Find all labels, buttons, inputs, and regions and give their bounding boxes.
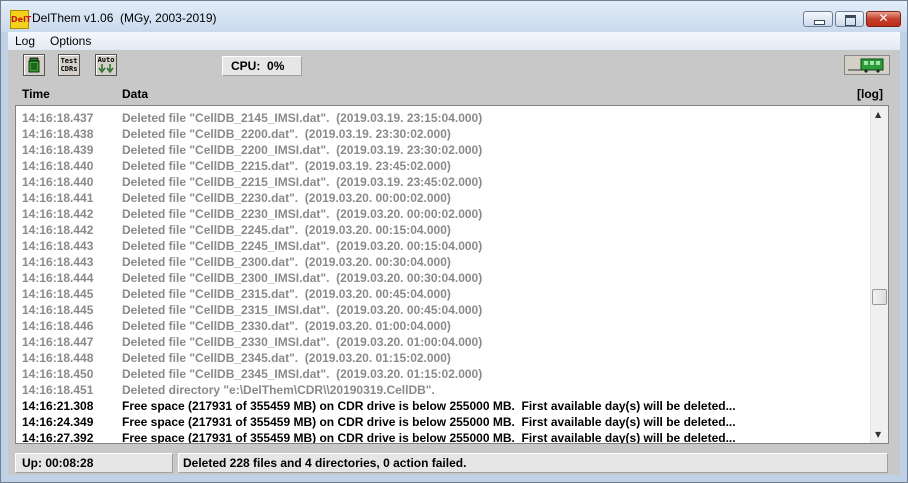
log-row[interactable]: 14:16:18.439 Deleted file "CellDB_2200_IM… [16,142,874,158]
close-icon: ✕ [878,11,889,25]
log-time: 14:16:18.445 [22,287,94,301]
window-title: DelThem v1.06 (MGy, 2003-2019) [32,11,217,25]
log-data: Deleted file "CellDB_2345_IMSI.dat". (20… [122,367,483,381]
uptime-status: Up: 00:08:28 [15,453,173,473]
log-time: 14:16:18.450 [22,367,94,381]
close-button[interactable]: ✕ [866,11,901,27]
network-status-icon [848,58,884,73]
log-data: Deleted file "CellDB_2230_IMSI.dat". (20… [122,207,483,221]
scroll-thumb[interactable] [872,289,887,305]
log-row[interactable]: 14:16:18.437 Deleted file "CellDB_2145_IM… [16,110,874,126]
log-time: 14:16:18.446 [22,319,94,333]
log-row[interactable]: 14:16:18.451 Deleted directory "e:\DelThe… [16,382,874,398]
cpu-label: CPU: [231,59,261,73]
app-window: DelT DelThem v1.06 (MGy, 2003-2019) ✕ Lo… [0,0,908,483]
log-row[interactable]: 14:16:18.440 Deleted file "CellDB_2215.da… [16,158,874,174]
menu-bar: Log Options [8,32,900,50]
log-data: Deleted file "CellDB_2300_IMSI.dat". (20… [122,271,483,285]
log-time: 14:16:18.443 [22,239,94,253]
log-data: Deleted file "CellDB_2230.dat". (2019.03… [122,191,451,205]
cpu-value: 0% [267,59,285,73]
log-row[interactable]: 14:16:18.444 Deleted file "CellDB_2300_IM… [16,270,874,286]
log-row[interactable]: 14:16:18.442 Deleted file "CellDB_2245.da… [16,222,874,238]
log-row[interactable]: 14:16:18.443 Deleted file "CellDB_2300.da… [16,254,874,270]
log-time: 14:16:18.439 [22,143,94,157]
vertical-scrollbar[interactable]: ▲ ▼ [870,106,888,443]
log-data: Deleted file "CellDB_2315_IMSI.dat". (20… [122,303,483,317]
scroll-up-icon[interactable]: ▲ [875,110,881,119]
log-data: Deleted file "CellDB_2245.dat". (2019.03… [122,223,451,237]
log-time: 14:16:18.437 [22,111,94,125]
log-time: 14:16:21.308 [22,399,94,413]
log-data: Deleted file "CellDB_2200.dat". (2019.03… [122,127,451,141]
log-time: 14:16:18.438 [22,127,94,141]
log-time: 14:16:18.447 [22,335,94,349]
log-data: Deleted file "CellDB_2215_IMSI.dat". (20… [122,175,483,189]
log-row[interactable]: 14:16:18.448 Deleted file "CellDB_2345.da… [16,350,874,366]
log-row[interactable]: 14:16:21.308 Free space (217931 of 355459… [16,398,874,414]
log-time: 14:16:18.451 [22,383,94,397]
cpu-indicator: CPU: 0% [222,56,302,76]
log-time: 14:16:18.448 [22,351,94,365]
maximize-icon [845,15,856,26]
status-indicator-button[interactable] [844,55,890,75]
log-time: 14:16:18.444 [22,271,94,285]
log-row[interactable]: 14:16:24.349 Free space (217931 of 355459… [16,414,874,430]
log-time: 14:16:27.392 [22,431,94,444]
log-data: Deleted file "CellDB_2345.dat". (2019.03… [122,351,451,365]
log-time: 14:16:18.440 [22,159,94,173]
log-row[interactable]: 14:16:18.450 Deleted file "CellDB_2345_IM… [16,366,874,382]
log-data: Deleted file "CellDB_2215.dat". (2019.03… [122,159,451,173]
down-arrows-icon [98,64,114,74]
log-time: 14:16:24.349 [22,415,94,429]
log-row[interactable]: 14:16:18.440 Deleted file "CellDB_2215_IM… [16,174,874,190]
log-time: 14:16:18.442 [22,207,94,221]
trash-icon [28,57,40,73]
log-data: Free space (217931 of 355459 MB) on CDR … [122,399,736,413]
log-time: 14:16:18.442 [22,223,94,237]
log-data: Deleted directory "e:\DelThem\CDR\\20190… [122,383,435,397]
log-rows: 14:16:18.437 Deleted file "CellDB_2145_IM… [16,110,874,444]
title-bar[interactable]: DelT DelThem v1.06 (MGy, 2003-2019) ✕ [1,1,907,32]
auto-button[interactable]: Auto [95,54,117,76]
menu-options[interactable]: Options [50,34,91,48]
app-icon[interactable]: DelT [10,10,31,29]
test-cdrs-button[interactable]: Test CDRs [58,54,80,76]
log-data: Deleted file "CellDB_2330_IMSI.dat". (20… [122,335,483,349]
log-data: Deleted file "CellDB_2145_IMSI.dat". (20… [122,111,483,125]
log-row[interactable]: 14:16:18.443 Deleted file "CellDB_2245_IM… [16,238,874,254]
log-row[interactable]: 14:16:18.438 Deleted file "CellDB_2200.da… [16,126,874,142]
log-row[interactable]: 14:16:27.392 Free space (217931 of 355459… [16,430,874,444]
log-row[interactable]: 14:16:18.441 Deleted file "CellDB_2230.da… [16,190,874,206]
log-toggle[interactable]: [log] [857,87,883,101]
log-data: Deleted file "CellDB_2200_IMSI.dat". (20… [122,143,483,157]
test-cdrs-label: Test CDRs [60,57,78,73]
log-data: Free space (217931 of 355459 MB) on CDR … [122,431,736,444]
log-data: Deleted file "CellDB_2300.dat". (2019.03… [122,255,451,269]
column-data[interactable]: Data [122,87,148,101]
trash-button[interactable] [23,54,45,76]
log-time: 14:16:18.441 [22,191,94,205]
log-row[interactable]: 14:16:18.446 Deleted file "CellDB_2330.da… [16,318,874,334]
log-row[interactable]: 14:16:18.447 Deleted file "CellDB_2330_IM… [16,334,874,350]
action-status: Deleted 228 files and 4 directories, 0 a… [178,453,888,473]
log-time: 14:16:18.440 [22,175,94,189]
log-row[interactable]: 14:16:18.442 Deleted file "CellDB_2230_IM… [16,206,874,222]
column-time[interactable]: Time [22,87,50,101]
column-header: Time Data [log] [15,85,887,103]
log-data: Deleted file "CellDB_2330.dat". (2019.03… [122,319,451,333]
log-time: 14:16:18.445 [22,303,94,317]
menu-log[interactable]: Log [15,34,35,48]
minimize-button[interactable] [803,11,833,27]
log-row[interactable]: 14:16:18.445 Deleted file "CellDB_2315_IM… [16,302,874,318]
log-list[interactable]: 14:16:18.437 Deleted file "CellDB_2145_IM… [15,105,889,444]
minimize-icon [814,20,825,25]
maximize-button[interactable] [835,11,864,27]
log-data: Free space (217931 of 355459 MB) on CDR … [122,415,736,429]
log-time: 14:16:18.443 [22,255,94,269]
log-data: Deleted file "CellDB_2315.dat". (2019.03… [122,287,451,301]
log-data: Deleted file "CellDB_2245_IMSI.dat". (20… [122,239,483,253]
log-row[interactable]: 14:16:18.445 Deleted file "CellDB_2315.da… [16,286,874,302]
scroll-down-icon[interactable]: ▼ [875,430,881,439]
